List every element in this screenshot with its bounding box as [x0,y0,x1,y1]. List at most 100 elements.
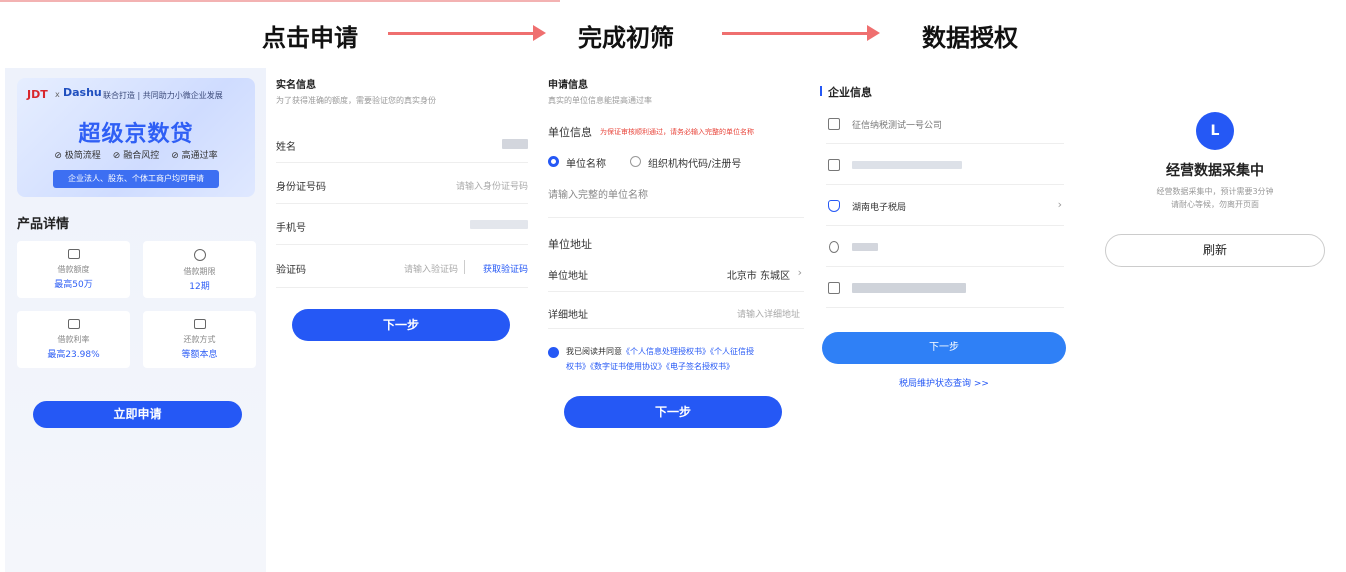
detail-address-row[interactable]: 详细地址 请输入详细地址 [548,293,804,329]
tax-id-row [826,145,1064,185]
tax-status-link[interactable]: 税局维护状态查询 >> [812,376,1076,389]
form-subheading: 为了获得准确的额度，需要验证您的真实身份 [276,96,436,105]
step-title-apply: 点击申请 [262,24,358,52]
feature-item: ⊘ 高通过率 [171,151,218,161]
legal-person-row [826,268,1064,308]
name-row[interactable]: 姓名 [276,123,528,163]
phone-label: 手机号 [276,223,306,234]
step-arrow-2 [722,25,880,41]
unit-name-input[interactable]: 请输入完整的单位名称 [548,186,648,201]
agreement-checkbox[interactable] [548,347,559,358]
get-code-button[interactable]: 获取验证码 [483,262,528,275]
data-collection-panel: L 经营数据采集中 经营数据采集中，预计需要3分钟 请耐心等候，勿离开页面 刷新 [1090,100,1340,280]
dashu-logo: Dashu [63,86,102,99]
agreement-text-line-1: 我已阅读并同意《个人信息处理授权书》《个人征信授 [566,347,754,356]
card-icon [193,319,206,329]
step-title-authorization: 数据授权 [922,24,1018,52]
next-button[interactable]: 下一步 [564,396,782,428]
code-input[interactable]: 请输入验证码 [404,262,458,275]
enterprise-info-panel: 企业信息 征信纳税测试一号公司 湖南电子税局 › 下一步 税局维护状态查询 >> [812,68,1080,398]
feature-item: ⊘ 融合风控 [112,151,160,161]
unit-address-value: 北京市 东城区 [726,271,790,282]
agreement-links-line-2[interactable]: 权书》《数字证书使用协议》《电子签名授权书》 [566,361,734,372]
product-details-title: 产品详情 [17,217,70,232]
account-row [826,227,1064,267]
tax-bureau-row[interactable]: 湖南电子税局 › [826,186,1064,226]
section-marker [820,86,822,96]
avatar: L [1196,112,1234,150]
radio-org-code-label: 组织机构代码/注册号 [648,159,742,170]
detail-card-term: 借款期限 12期 [143,241,256,298]
unit-name-input-row[interactable]: 请输入完整的单位名称 [548,176,804,218]
product-name: 超级京数贷 [78,122,194,147]
refresh-button[interactable]: 刷新 [1105,234,1325,267]
collection-desc-2: 请耐心等候，勿离开页面 [1171,200,1259,209]
company-name: 征信纳税测试一号公司 [852,121,943,131]
check-circle-icon: ⊘ [171,151,179,161]
realname-form-panel: 实名信息 为了获得准确的额度，需要验证您的真实身份 姓名 身份证号码 请输入身份… [266,68,536,368]
feature-list: ⊘ 极简流程 ⊘ 融合风控 ⊘ 高通过率 [17,148,255,161]
phone-value-masked [470,220,528,229]
percent-icon [67,319,80,329]
next-button[interactable]: 下一步 [822,332,1066,364]
tax-id-masked [852,161,962,169]
shield-icon [828,200,840,212]
eligibility-pill: 企业法人、股东、个体工商户均可申请 [53,170,219,188]
apply-now-button[interactable]: 立即申请 [33,401,242,428]
name-label: 姓名 [276,142,296,153]
profile-card-icon [828,282,840,294]
detail-card-repayment: 还款方式 等额本息 [143,311,256,368]
tax-bureau-name: 湖南电子税局 [852,203,907,213]
check-circle-icon: ⊘ [54,151,62,161]
legal-person-masked [852,283,966,293]
id-number-row[interactable]: 身份证号码 请输入身份证号码 [276,164,528,204]
logo-separator: x [55,90,60,99]
id-card-icon [828,159,840,171]
detail-address-label: 详细地址 [548,310,588,321]
top-divider-line [0,0,560,2]
user-icon [829,241,839,253]
next-button[interactable]: 下一步 [292,309,510,341]
unit-info-title: 单位信息 [548,126,592,139]
form-heading: 实名信息 [276,80,316,91]
jdt-logo: JDT [27,88,48,101]
unit-warning: 为保证审核顺利通过，请务必输入完整的单位名称 [600,128,754,136]
step-title-screening: 完成初筛 [578,24,674,52]
promo-banner: JDT x Dashu 联合打造 | 共同助力小微企业发展 超级京数贷 ⊘ 极简… [17,78,255,197]
product-panel: JDT x Dashu 联合打造 | 共同助力小微企业发展 超级京数贷 ⊘ 极简… [5,68,266,572]
banner-slogan: 联合打造 | 共同助力小微企业发展 [103,91,223,100]
feature-item: ⊘ 极简流程 [54,151,101,161]
detail-card-rate: 借款利率 最高23.98% [17,311,130,368]
chevron-right-icon: › [797,266,802,279]
form-subheading: 真实的单位信息能提高通过率 [548,96,652,105]
application-info-panel: 申请信息 真实的单位信息能提高通过率 单位信息 为保证审核顺利通过，请务必输入完… [538,68,808,438]
step-arrow-1 [388,25,546,41]
radio-unit-name-label: 单位名称 [566,159,606,170]
form-heading: 申请信息 [548,80,588,91]
wallet-icon [67,249,80,259]
agreement-links[interactable]: 《个人信息处理授权书》《个人征信授 [622,347,754,356]
unit-address-title: 单位地址 [548,238,592,251]
id-number-input[interactable]: 请输入身份证号码 [456,179,528,192]
id-number-label: 身份证号码 [276,182,326,193]
building-icon [828,118,840,130]
company-row: 征信纳税测试一号公司 [826,104,1064,144]
verification-code-row[interactable]: 验证码 请输入验证码 获取验证码 [276,246,528,288]
unit-address-label: 单位地址 [548,271,588,282]
chevron-right-icon: › [1057,198,1062,211]
collection-desc-1: 经营数据采集中，预计需要3分钟 [1156,187,1274,196]
radio-unit-name[interactable] [548,156,559,167]
detail-card-amount: 借款额度 最高50万 [17,241,130,298]
check-circle-icon: ⊘ [112,151,121,161]
phone-row[interactable]: 手机号 [276,205,528,245]
divider [464,260,465,274]
collection-title: 经营数据采集中 [1166,163,1264,179]
code-label: 验证码 [276,265,306,276]
detail-address-input[interactable]: 请输入详细地址 [737,307,800,320]
account-masked [852,243,878,251]
clock-icon [193,249,206,261]
radio-org-code[interactable] [630,156,641,167]
enterprise-heading: 企业信息 [828,86,872,99]
name-value-masked [502,139,528,149]
unit-address-row[interactable]: 单位地址 北京市 东城区 › [548,258,804,292]
